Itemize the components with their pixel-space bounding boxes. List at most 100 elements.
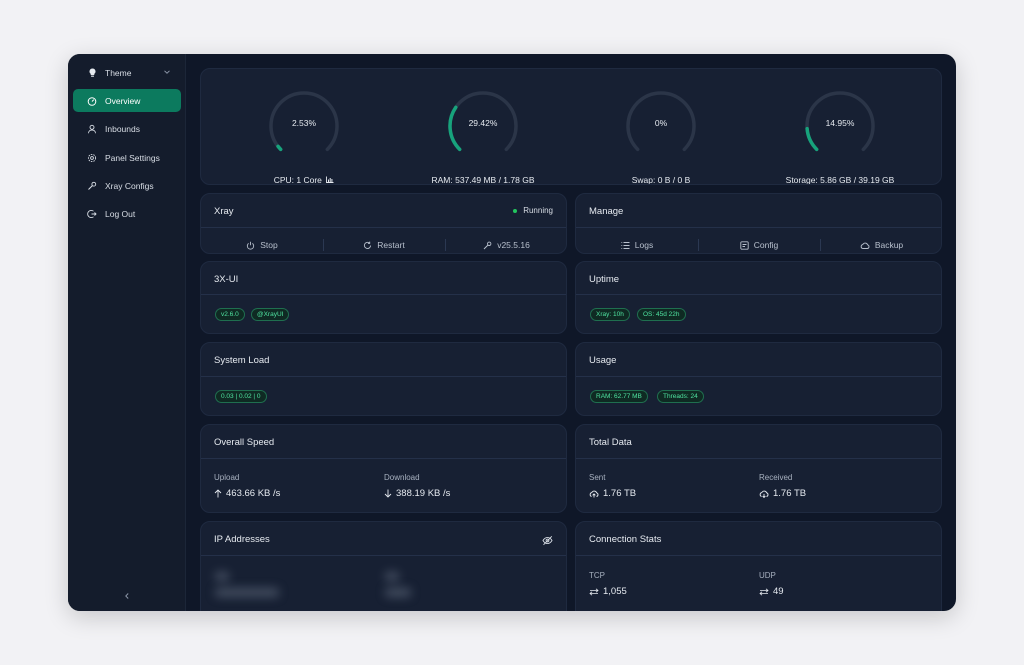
gauge-value: 0% — [654, 118, 668, 128]
card-title: Overall Speed — [214, 437, 275, 448]
storage-gauge: 14.95% — [802, 88, 878, 164]
card-title: Total Data — [589, 437, 632, 448]
user-icon — [87, 124, 97, 134]
storage-label: Storage: 5.86 GB / 39.19 GB — [785, 175, 895, 185]
ipv4-label-blurred — [215, 572, 229, 581]
sidebar-item-xray-configs[interactable]: Xray Configs — [73, 174, 181, 197]
cpu-label: CPU: 1 Core — [264, 175, 344, 184]
sidebar: Theme Overview Inbounds Panel Settings X… — [68, 54, 186, 611]
udp-value: 49 — [759, 586, 784, 597]
upload-label: Upload — [214, 473, 240, 482]
sidebar-item-label: Inbounds — [105, 123, 140, 134]
usage-card: Usage RAM: 62.77 MB Threads: 24 — [575, 342, 942, 416]
card-title: IP Addresses — [214, 534, 270, 545]
version-tag[interactable]: v2.6.0 — [215, 308, 245, 321]
download-label: Download — [384, 473, 420, 482]
gauge-value: 2.53% — [291, 118, 317, 128]
cloud-download-icon — [759, 490, 769, 498]
app-window: Theme Overview Inbounds Panel Settings X… — [68, 54, 956, 611]
card-title: Connection Stats — [589, 534, 662, 545]
bulb-icon — [87, 68, 97, 78]
load-average-tag: 0.03 | 0.02 | 0 — [215, 390, 267, 403]
status-dot — [513, 208, 518, 213]
ip-addresses-card: IP Addresses — [200, 521, 567, 611]
arrow-up-icon — [214, 489, 222, 498]
wrench-icon — [87, 181, 97, 191]
theme-menu[interactable]: Theme — [73, 61, 181, 84]
version-button[interactable]: v25.5.16 — [445, 238, 566, 252]
gear-icon — [87, 153, 97, 163]
swap-gauge: 0% — [623, 88, 699, 164]
sidebar-item-inbounds[interactable]: Inbounds — [73, 117, 181, 140]
dashboard-icon — [87, 96, 97, 106]
card-title: System Load — [214, 355, 270, 366]
udp-label: UDP — [759, 571, 776, 580]
backup-button[interactable]: Backup — [820, 238, 941, 252]
os-uptime-tag: OS: 45d 22h — [637, 308, 686, 321]
power-icon — [247, 241, 255, 250]
eye-off-icon — [542, 535, 553, 546]
ram-gauge: 29.42% — [445, 88, 521, 164]
system-gauges-card: 2.53% CPU: 1 Core 29.42% RAM: 537.49 MB … — [200, 68, 942, 185]
tcp-value: 1,055 — [589, 586, 627, 597]
channel-tag[interactable]: @XrayUI — [251, 308, 290, 321]
sidebar-item-label: Overview — [105, 95, 141, 106]
ram-label: RAM: 537.49 MB / 1.78 GB — [431, 175, 535, 185]
swap-arrows-icon — [759, 587, 769, 596]
received-value: 1.76 TB — [759, 488, 806, 499]
config-button[interactable]: Config — [698, 238, 820, 252]
sent-label: Sent — [589, 473, 606, 482]
overall-speed-card: Overall Speed Upload 463.66 KB /s Downlo… — [200, 424, 567, 513]
sidebar-item-panel-settings[interactable]: Panel Settings — [73, 146, 181, 169]
threads-tag: Threads: 24 — [657, 390, 704, 403]
logout-icon — [87, 209, 97, 219]
sidebar-item-overview[interactable]: Overview — [73, 89, 181, 112]
logs-button[interactable]: Logs — [576, 238, 698, 252]
ipv6-label-blurred — [385, 572, 399, 581]
config-icon — [740, 240, 749, 250]
card-title: 3X-UI — [214, 274, 239, 285]
ipv6-value-blurred — [385, 588, 411, 597]
swap-label: Swap: 0 B / 0 B — [631, 175, 691, 185]
restart-button[interactable]: Restart — [323, 238, 445, 252]
swap-arrows-icon — [589, 587, 599, 596]
status-badge: Running — [513, 206, 553, 215]
connection-stats-card: Connection Stats TCP 1,055 UDP 49 — [575, 521, 942, 611]
chart-icon[interactable] — [326, 176, 334, 183]
received-label: Received — [759, 473, 793, 482]
xray-uptime-tag: Xray: 10h — [590, 308, 630, 321]
sidebar-item-label: Xray Configs — [105, 180, 154, 191]
chevron-down-icon — [163, 68, 171, 76]
system-load-card: System Load 0.03 | 0.02 | 0 — [200, 342, 567, 416]
chevron-left-icon — [125, 593, 129, 599]
gauge-value: 29.42% — [468, 118, 498, 128]
total-data-card: Total Data Sent 1.76 TB Received 1.76 TB — [575, 424, 942, 513]
reload-icon — [364, 241, 372, 249]
gauge-value: 14.95% — [825, 118, 855, 128]
card-title: Manage — [589, 206, 624, 217]
sidebar-item-label: Log Out — [105, 208, 136, 219]
cpu-gauge: 2.53% — [266, 88, 342, 164]
card-title: Xray — [214, 206, 234, 217]
ipv4-value-blurred — [215, 588, 279, 597]
tcp-label: TCP — [589, 571, 605, 580]
cloud-upload-icon — [589, 490, 599, 498]
sidebar-item-log-out[interactable]: Log Out — [73, 202, 181, 225]
uptime-card: Uptime Xray: 10h OS: 45d 22h — [575, 261, 942, 334]
xray-card: Xray Running Stop Restart v25.5.16 — [200, 193, 567, 254]
collapse-sidebar-button[interactable] — [120, 589, 134, 603]
card-title: Uptime — [589, 274, 620, 285]
arrow-down-icon — [384, 489, 392, 498]
theme-label: Theme — [105, 67, 132, 78]
sidebar-item-label: Panel Settings — [105, 152, 160, 163]
upload-value: 463.66 KB /s — [214, 488, 280, 499]
download-value: 388.19 KB /s — [384, 488, 450, 499]
panel-info-card: 3X-UI v2.6.0 @XrayUI — [200, 261, 567, 334]
cloud-icon — [860, 242, 870, 249]
stop-button[interactable]: Stop — [201, 238, 323, 252]
list-icon — [621, 241, 630, 249]
tool-icon — [483, 241, 492, 249]
ram-usage-tag: RAM: 62.77 MB — [590, 390, 648, 403]
toggle-visibility-button[interactable] — [542, 533, 553, 546]
sent-value: 1.76 TB — [589, 488, 636, 499]
